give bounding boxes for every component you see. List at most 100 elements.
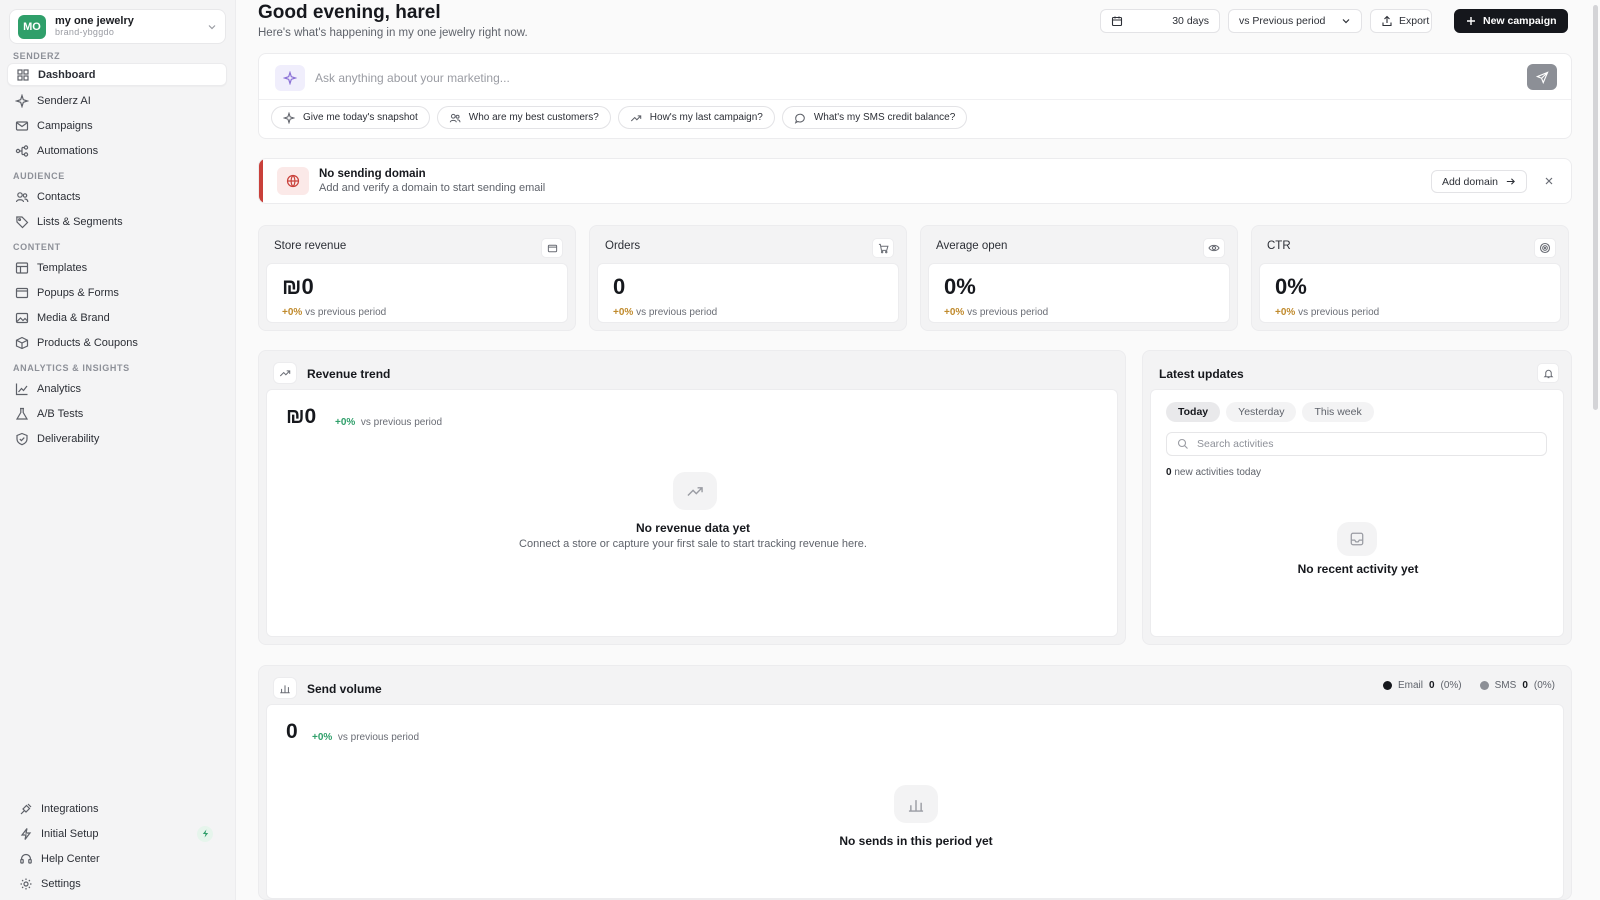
stat-value: ₪0: [282, 274, 314, 299]
stat-card-store-revenue: Store revenue ₪0 +0% vs previous period: [258, 225, 576, 331]
chip-label: What's my SMS credit balance?: [813, 112, 956, 123]
stat-value: 0%: [1275, 274, 1307, 299]
sidebar-item-label: Lists & Segments: [37, 215, 123, 228]
send-volume-value: 0: [286, 720, 298, 743]
legend-name: Email: [1397, 680, 1423, 691]
delta-value: +0%: [944, 307, 965, 318]
search-input[interactable]: [1197, 438, 1537, 450]
nav-section-analytics: ANALYTICS & INSIGHTS: [13, 363, 130, 373]
workspace-switcher[interactable]: MO my one jewelry brand-ybggdo: [9, 9, 226, 44]
activity-count: 0 new activities today: [1166, 467, 1261, 478]
delta-value: +0%: [335, 417, 356, 428]
workspace-name: my one jewelry: [55, 14, 134, 27]
page-scrollbar[interactable]: [1593, 5, 1598, 410]
ask-ai-input[interactable]: [315, 67, 1475, 89]
sidebar-item-help-center[interactable]: Help Center: [11, 847, 231, 870]
tab-today[interactable]: Today: [1166, 402, 1221, 422]
alert-subtitle: Add and verify a domain to start sending…: [319, 182, 546, 194]
panel-title: Send volume: [307, 682, 382, 696]
export-button[interactable]: Export: [1370, 9, 1432, 33]
chip-label: Who are my best customers?: [468, 112, 599, 123]
send-volume-delta: +0% vs previous period: [312, 732, 419, 743]
sparkle-icon: [15, 93, 29, 108]
revenue-trend-panel: Revenue trend ₪0 +0% vs previous period …: [258, 350, 1126, 645]
nav-section-senderz: SENDERZ: [13, 51, 61, 61]
delta-text: vs previous period: [360, 417, 443, 428]
legend-name: SMS: [1494, 680, 1517, 691]
tag-icon: [15, 215, 29, 229]
compare-select[interactable]: vs Previous period: [1228, 9, 1362, 33]
chip-todays-snapshot[interactable]: Give me today's snapshot: [271, 106, 430, 129]
new-campaign-button[interactable]: New campaign: [1454, 9, 1568, 33]
search-icon: [1177, 438, 1189, 450]
sidebar-item-contacts[interactable]: Contacts: [7, 185, 227, 208]
chevron-down-icon: [1341, 16, 1351, 26]
layout-icon: [15, 261, 29, 275]
panel-title: Revenue trend: [307, 367, 391, 381]
sidebar-item-media-brand[interactable]: Media & Brand: [7, 306, 227, 329]
export-label: Export: [1399, 15, 1430, 27]
users-icon: [449, 112, 461, 124]
stat-card-ctr: CTR 0% +0% vs previous period: [1251, 225, 1569, 331]
send-volume-body: 0 +0% vs previous period No sends in thi…: [266, 704, 1564, 899]
window-icon: [15, 286, 29, 300]
stat-delta: +0% vs previous period: [282, 307, 386, 318]
alert-title: No sending domain: [319, 168, 426, 180]
add-domain-button[interactable]: Add domain: [1430, 170, 1527, 193]
panel-title: Latest updates: [1159, 367, 1244, 381]
grid-icon: [16, 68, 30, 82]
trend-up-icon: [273, 362, 297, 384]
legend-email: Email 0 (0%): [1382, 680, 1462, 691]
sidebar-item-popups-forms[interactable]: Popups & Forms: [7, 281, 227, 304]
bar-chart-icon: [273, 677, 297, 699]
delta-text: vs previous period: [1298, 307, 1380, 318]
legend-sms: SMS 0 (0%): [1479, 680, 1555, 691]
sidebar-item-campaigns[interactable]: Campaigns: [7, 114, 227, 137]
arrow-right-icon: [1505, 176, 1516, 187]
close-icon[interactable]: [1543, 175, 1555, 187]
plus-icon: [1465, 15, 1477, 27]
gear-icon: [19, 877, 33, 891]
sidebar-item-analytics[interactable]: Analytics: [7, 377, 227, 400]
sidebar-item-ab-tests[interactable]: A/B Tests: [7, 402, 227, 425]
flask-icon: [15, 407, 29, 421]
sidebar-item-lists-segments[interactable]: Lists & Segments: [7, 210, 227, 233]
empty-state-title: No sends in this period yet: [839, 834, 993, 848]
sidebar-item-label: Settings: [41, 877, 81, 890]
sidebar-item-deliverability[interactable]: Deliverability: [7, 427, 227, 450]
legend-value: 0: [1428, 680, 1435, 691]
page-title: Good evening, harel: [258, 2, 441, 23]
sidebar-item-label: Contacts: [37, 190, 81, 203]
sidebar-item-label: Senderz AI: [37, 94, 91, 107]
send-volume-legend: Email 0 (0%) SMS 0 (0%): [1382, 680, 1555, 691]
sidebar-item-automations[interactable]: Automations: [7, 139, 227, 162]
sidebar-item-label: Integrations: [41, 802, 99, 815]
sidebar-item-settings[interactable]: Settings: [11, 872, 231, 895]
stat-body: 0% +0% vs previous period: [928, 263, 1230, 323]
updates-tabs: Today Yesterday This week: [1166, 402, 1374, 422]
sidebar-item-initial-setup[interactable]: Initial Setup: [11, 822, 227, 845]
stat-title: Orders: [605, 240, 641, 252]
chart-line-icon: [15, 382, 29, 396]
stat-body: 0 +0% vs previous period: [597, 263, 899, 323]
sidebar-item-products-coupons[interactable]: Products & Coupons: [7, 331, 227, 354]
shield-icon: [15, 432, 29, 446]
page-subtitle: Here's what's happening in my one jewelr…: [258, 27, 528, 39]
upload-icon: [1381, 15, 1393, 27]
chip-sms-credit[interactable]: What's my SMS credit balance?: [781, 106, 968, 129]
sidebar-item-label: Deliverability: [37, 432, 100, 445]
send-icon[interactable]: [1527, 64, 1557, 90]
date-range-button[interactable]: 30 days: [1100, 9, 1220, 33]
tab-this-week[interactable]: This week: [1302, 402, 1374, 422]
chip-best-customers[interactable]: Who are my best customers?: [436, 106, 611, 129]
chip-last-campaign[interactable]: How's my last campaign?: [617, 106, 775, 129]
sidebar-item-integrations[interactable]: Integrations: [11, 797, 231, 820]
bell-icon[interactable]: [1537, 363, 1559, 383]
sidebar-item-label: Dashboard: [38, 68, 96, 81]
sidebar-item-dashboard[interactable]: Dashboard: [7, 63, 227, 86]
sidebar-item-senderz-ai[interactable]: Senderz AI: [7, 89, 227, 112]
sidebar-item-templates[interactable]: Templates: [7, 256, 227, 279]
legend-pct: (0%): [1440, 680, 1462, 691]
tab-yesterday[interactable]: Yesterday: [1226, 402, 1297, 422]
suggestion-chips: Give me today's snapshot Who are my best…: [271, 106, 968, 129]
